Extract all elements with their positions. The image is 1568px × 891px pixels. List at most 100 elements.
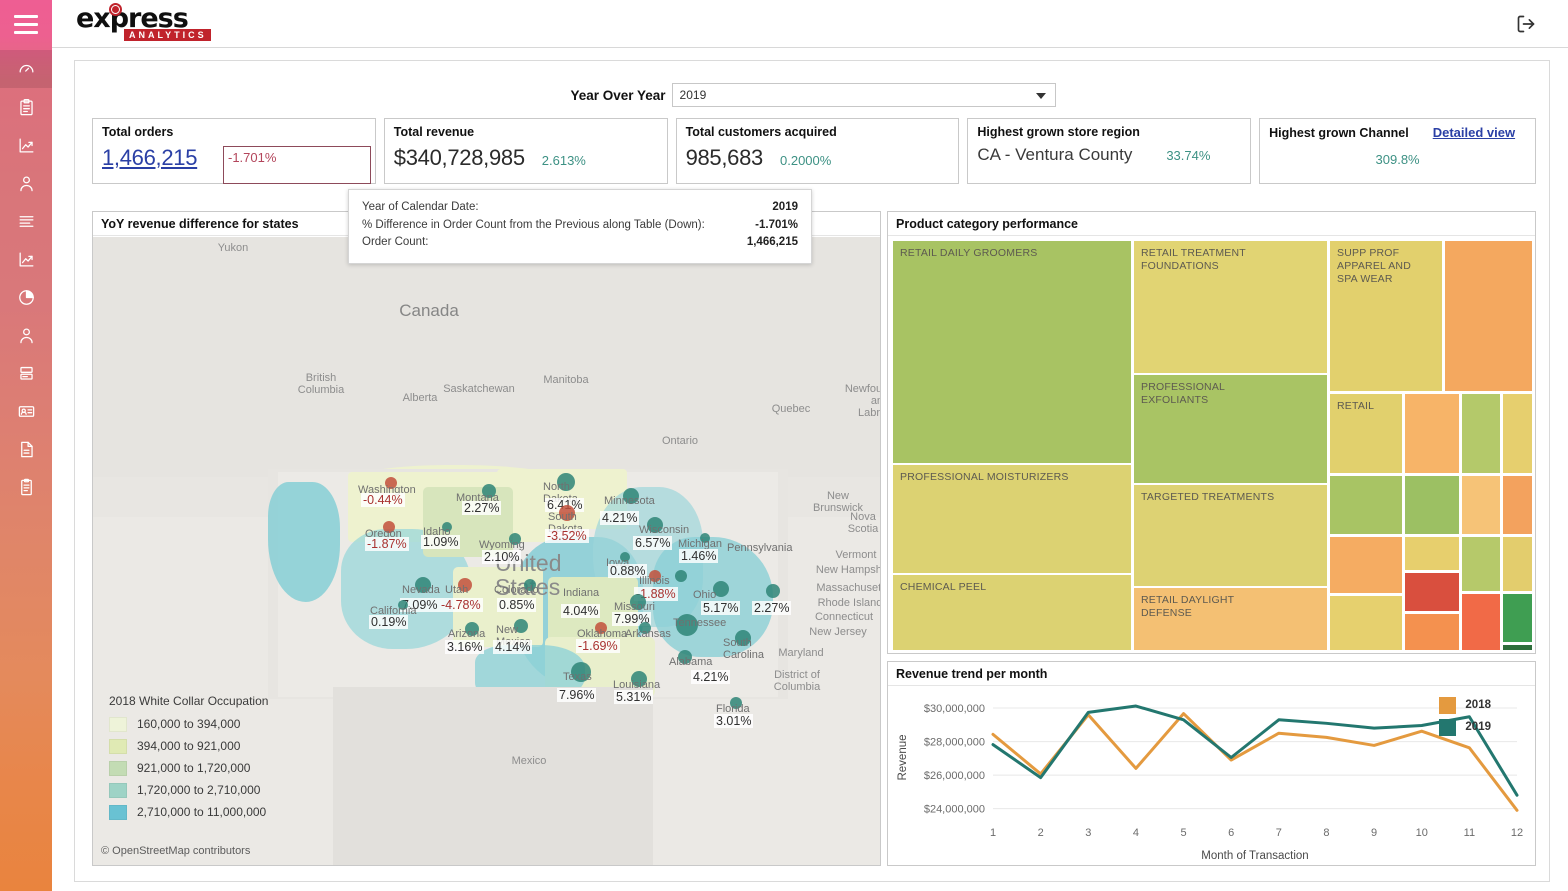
logout-icon[interactable] <box>1512 10 1540 38</box>
legend-label: 921,000 to 1,720,000 <box>137 761 251 775</box>
topbar: express ANALYTICS <box>52 0 1568 48</box>
treemap-tile[interactable] <box>1404 572 1460 612</box>
treemap-tile[interactable]: PROFESSIONAL EXFOLIANTS <box>1133 374 1328 484</box>
sidebar-item-campaigns[interactable] <box>0 354 52 392</box>
treemap-tile[interactable] <box>1329 475 1403 535</box>
kpi-value: $340,728,985 <box>393 145 525 170</box>
treemap-tile[interactable]: RETAIL DAYLIGHT DEFENSE <box>1133 587 1328 651</box>
map-state-name: Arizona <box>448 628 486 640</box>
treemap-tile-label: PROFESSIONAL EXFOLIANTS <box>1141 381 1226 406</box>
chevron-down-icon <box>1035 93 1046 99</box>
sidebar-item-customers[interactable] <box>0 164 52 202</box>
treemap-tile[interactable] <box>1502 475 1533 535</box>
sidebar-item-lists[interactable] <box>0 202 52 240</box>
svg-text:3: 3 <box>1085 827 1091 839</box>
legend-label: 160,000 to 394,000 <box>137 717 241 731</box>
map-state-value: -1.69% <box>576 639 620 653</box>
year-filter-label: Year Over Year <box>570 87 666 103</box>
kpi-delta: 0.2000% <box>780 153 832 168</box>
map-state-value: -0.44% <box>361 493 405 507</box>
map-state-value: 3.16% <box>445 640 485 654</box>
map-state-value: 2.10% <box>482 550 522 564</box>
treemap-tile[interactable] <box>1329 536 1403 594</box>
kpi-card: Total orders 1,466,215 -1.701% <box>92 118 376 184</box>
svg-text:11: 11 <box>1464 827 1475 839</box>
treemap-tile[interactable] <box>1404 393 1460 474</box>
map-attribution: © OpenStreetMap contributors <box>101 845 251 857</box>
treemap-tile[interactable] <box>1461 536 1501 592</box>
treemap-tile[interactable] <box>1404 613 1460 651</box>
map-legend-item[interactable]: 1,720,000 to 2,710,000 <box>109 779 268 801</box>
kpi-title: Total customers acquired <box>685 125 837 139</box>
map-state-value: 1.09% <box>421 535 461 549</box>
sidebar-item-reports[interactable] <box>0 88 52 126</box>
sidebar-item-analytics[interactable] <box>0 126 52 164</box>
kpi-value[interactable]: 1,466,215 <box>102 145 197 171</box>
sidebar-item-segments[interactable] <box>0 278 52 316</box>
treemap-tile[interactable] <box>1461 593 1501 651</box>
treemap-tile[interactable]: TARGETED TREATMENTS <box>1133 484 1328 587</box>
legend-swatch <box>109 782 127 798</box>
treemap-tile[interactable]: PROFESSIONAL MOISTURIZERS <box>892 464 1132 574</box>
treemap-tile[interactable] <box>1461 475 1501 535</box>
sidebar-item-exports[interactable] <box>0 468 52 506</box>
hamburger-icon[interactable] <box>0 0 52 48</box>
line-chart[interactable]: $24,000,000 $26,000,000 $28,000,000 $30,000… <box>888 686 1535 865</box>
sidebar-item-profiles[interactable] <box>0 392 52 430</box>
map-state-name: Alabama <box>669 656 713 668</box>
map-legend-item[interactable]: 394,000 to 921,000 <box>109 735 268 757</box>
treemap-tile-label: RETAIL DAYLIGHT DEFENSE <box>1141 594 1235 619</box>
line-chart-svg: $24,000,000 $26,000,000 $28,000,000 $30,000… <box>897 703 1523 862</box>
treemap-tile[interactable] <box>1404 536 1460 571</box>
kpi-title: Total orders <box>102 125 174 139</box>
kpi-title: Total revenue <box>393 125 475 139</box>
map-state-value: 0.19% <box>369 615 409 629</box>
clipboard-icon <box>17 98 36 117</box>
treemap-tile[interactable] <box>1461 393 1501 474</box>
treemap-tile[interactable]: CHEMICAL PEEL <box>892 574 1132 651</box>
sidebar-nav <box>0 50 52 506</box>
id-card-icon <box>17 402 36 421</box>
treemap-tile[interactable]: RETAIL DAILY GROOMERS <box>892 240 1132 464</box>
treemap-tile[interactable] <box>1502 593 1533 643</box>
year-filter-select[interactable]: 2019 <box>671 83 1056 107</box>
map-legend-item[interactable]: 2,710,000 to 11,000,000 <box>109 801 268 823</box>
document-icon <box>17 440 36 459</box>
tooltip-key: Order Count: <box>362 236 429 248</box>
choropleth-map[interactable]: Yukon Canada British Columbia Alberta Saskatc… <box>93 237 880 865</box>
treemap-tile[interactable] <box>1502 644 1533 651</box>
legend-swatch <box>1439 718 1457 736</box>
legend-item[interactable]: 2018 <box>1439 694 1491 716</box>
map-state-name: Nevada <box>402 584 440 596</box>
tooltip-value: -1.701% <box>755 218 798 231</box>
map-state-marker[interactable] <box>675 570 687 582</box>
hamburger-bar <box>14 30 38 34</box>
sidebar-item-documents[interactable] <box>0 430 52 468</box>
treemap-tile[interactable] <box>1404 475 1460 535</box>
sidebar-item-trends[interactable] <box>0 240 52 278</box>
treemap-tile[interactable]: RETAIL <box>1329 393 1403 474</box>
map-legend-item[interactable]: 160,000 to 394,000 <box>109 713 268 735</box>
treemap-tile[interactable] <box>1502 536 1533 592</box>
treemap-tile[interactable] <box>1502 393 1533 474</box>
treemap-tile[interactable] <box>1444 240 1533 392</box>
map-state-value: 3.01% <box>714 714 754 728</box>
treemap-tile[interactable] <box>1329 595 1403 651</box>
legend-item[interactable]: 2019 <box>1439 716 1491 738</box>
kpi-card: Total customers acquired 985,683 0.2000% <box>675 118 960 184</box>
sidebar-item-audience[interactable] <box>0 316 52 354</box>
user-icon <box>17 326 36 345</box>
treemap-tile[interactable]: RETAIL TREATMENT FOUNDATIONS <box>1133 240 1328 374</box>
year-filter-value: 2019 <box>679 88 707 102</box>
map-state-marker[interactable] <box>766 584 780 598</box>
treemap-tile[interactable]: SUPP PROF APPAREL AND SPA WEAR <box>1329 240 1443 392</box>
tooltip-row: Year of Calendar Date: 2019 <box>362 199 798 217</box>
treemap[interactable]: RETAIL DAILY GROOMERS PROFESSIONAL MOISTU… <box>892 240 1533 651</box>
map-state-value: 6.57% <box>633 536 673 550</box>
map-legend-item[interactable]: 921,000 to 1,720,000 <box>109 757 268 779</box>
svg-text:12: 12 <box>1511 827 1523 839</box>
sidebar-item-dashboard[interactable] <box>0 50 52 88</box>
svg-text:9: 9 <box>1371 827 1377 839</box>
detailed-view-link[interactable]: Detailed view <box>1433 125 1515 140</box>
sidebar <box>0 0 52 891</box>
